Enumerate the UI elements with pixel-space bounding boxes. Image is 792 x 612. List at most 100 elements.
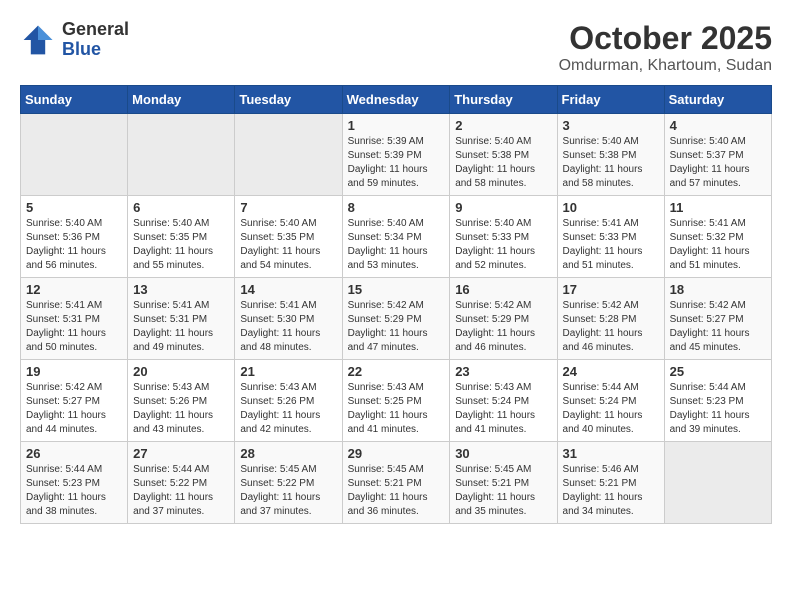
calendar-cell: 18 Sunrise: 5:42 AM Sunset: 5:27 PM Dayli… [664,278,771,360]
day-number: 23 [455,364,551,379]
day-number: 4 [670,118,766,133]
day-number: 26 [26,446,122,461]
calendar-cell: 20 Sunrise: 5:43 AM Sunset: 5:26 PM Dayli… [128,360,235,442]
calendar-cell: 13Sunrise: 5:41 AM Sunset: 5:31 PM Dayli… [128,278,235,360]
day-number: 18 [670,282,766,297]
calendar-cell [128,114,235,196]
day-number: 27 [133,446,229,461]
day-number: 30 [455,446,551,461]
day-number: 13 [133,282,229,297]
day-info: Sunrise: 5:42 AM Sunset: 5:27 PM Dayligh… [670,299,766,355]
day-number: 22 [348,364,445,379]
weekday-header: Thursday [450,86,557,114]
title-block: October 2025 Omdurman, Khartoum, Sudan [559,20,772,75]
day-info: Sunrise: 5:42 AM Sunset: 5:29 PM Dayligh… [348,299,445,355]
calendar-cell: 16Sunrise: 5:42 AM Sunset: 5:29 PM Dayli… [450,278,557,360]
logo-icon [20,22,56,58]
day-info: Sunrise: 5:43 AM Sunset: 5:24 PM Dayligh… [455,381,551,437]
logo: General Blue [20,20,129,60]
day-number: 19 [26,364,122,379]
weekday-header: Monday [128,86,235,114]
day-number: 11 [670,200,766,215]
day-number: 6 [133,200,229,215]
calendar-week-row: 19 Sunrise: 5:42 AM Sunset: 5:27 PM Dayli… [21,360,772,442]
calendar-cell: 28 Sunrise: 5:45 AM Sunset: 5:22 PM Dayli… [235,442,342,524]
day-number: 3 [563,118,659,133]
calendar-week-row: 12 Sunrise: 5:41 AM Sunset: 5:31 PM Dayli… [21,278,772,360]
weekday-header: Wednesday [342,86,450,114]
day-info: Sunrise: 5:44 AM Sunset: 5:23 PM Dayligh… [670,381,766,437]
day-info: Sunrise: 5:41 AM Sunset: 5:30 PM Dayligh… [240,299,336,355]
day-number: 16 [455,282,551,297]
calendar-cell: 22 Sunrise: 5:43 AM Sunset: 5:25 PM Dayli… [342,360,450,442]
day-info: Sunrise: 5:46 AM Sunset: 5:21 PM Dayligh… [563,463,659,519]
weekday-header-row: SundayMondayTuesdayWednesdayThursdayFrid… [21,86,772,114]
day-number: 2 [455,118,551,133]
calendar-week-row: 1Sunrise: 5:39 AM Sunset: 5:39 PM Daylig… [21,114,772,196]
day-info: Sunrise: 5:41 AM Sunset: 5:33 PM Dayligh… [563,217,659,273]
calendar-cell: 3 Sunrise: 5:40 AM Sunset: 5:38 PM Daylig… [557,114,664,196]
day-info: Sunrise: 5:41 AM Sunset: 5:31 PM Dayligh… [26,299,122,355]
calendar-cell: 25 Sunrise: 5:44 AM Sunset: 5:23 PM Dayli… [664,360,771,442]
calendar-table: SundayMondayTuesdayWednesdayThursdayFrid… [20,85,772,524]
calendar-cell: 9 Sunrise: 5:40 AM Sunset: 5:33 PM Daylig… [450,196,557,278]
day-info: Sunrise: 5:40 AM Sunset: 5:36 PM Dayligh… [26,217,122,273]
calendar-cell: 23 Sunrise: 5:43 AM Sunset: 5:24 PM Dayli… [450,360,557,442]
day-number: 15 [348,282,445,297]
calendar-cell [235,114,342,196]
calendar-cell: 7Sunrise: 5:40 AM Sunset: 5:35 PM Daylig… [235,196,342,278]
logo-text: General Blue [62,20,129,60]
day-info: Sunrise: 5:45 AM Sunset: 5:21 PM Dayligh… [348,463,445,519]
calendar-week-row: 26 Sunrise: 5:44 AM Sunset: 5:23 PM Dayli… [21,442,772,524]
day-number: 9 [455,200,551,215]
day-info: Sunrise: 5:40 AM Sunset: 5:33 PM Dayligh… [455,217,551,273]
day-info: Sunrise: 5:43 AM Sunset: 5:25 PM Dayligh… [348,381,445,437]
calendar-cell: 21 Sunrise: 5:43 AM Sunset: 5:26 PM Dayli… [235,360,342,442]
calendar-cell: 1Sunrise: 5:39 AM Sunset: 5:39 PM Daylig… [342,114,450,196]
calendar-cell: 6 Sunrise: 5:40 AM Sunset: 5:35 PM Daylig… [128,196,235,278]
day-number: 25 [670,364,766,379]
day-number: 8 [348,200,445,215]
month-title: October 2025 [559,20,772,57]
calendar-cell: 10 Sunrise: 5:41 AM Sunset: 5:33 PM Dayli… [557,196,664,278]
calendar-cell: 26 Sunrise: 5:44 AM Sunset: 5:23 PM Dayli… [21,442,128,524]
weekday-header: Friday [557,86,664,114]
day-info: Sunrise: 5:40 AM Sunset: 5:35 PM Dayligh… [133,217,229,273]
calendar-cell: 15 Sunrise: 5:42 AM Sunset: 5:29 PM Dayli… [342,278,450,360]
calendar-cell: 19 Sunrise: 5:42 AM Sunset: 5:27 PM Dayli… [21,360,128,442]
calendar-cell: 27 Sunrise: 5:44 AM Sunset: 5:22 PM Dayli… [128,442,235,524]
calendar-week-row: 5 Sunrise: 5:40 AM Sunset: 5:36 PM Daylig… [21,196,772,278]
calendar-cell: 12 Sunrise: 5:41 AM Sunset: 5:31 PM Dayli… [21,278,128,360]
day-number: 20 [133,364,229,379]
day-info: Sunrise: 5:45 AM Sunset: 5:22 PM Dayligh… [240,463,336,519]
calendar-cell [664,442,771,524]
day-number: 28 [240,446,336,461]
calendar-cell: 5 Sunrise: 5:40 AM Sunset: 5:36 PM Daylig… [21,196,128,278]
day-info: Sunrise: 5:43 AM Sunset: 5:26 PM Dayligh… [240,381,336,437]
location: Omdurman, Khartoum, Sudan [559,57,772,75]
day-number: 10 [563,200,659,215]
day-number: 21 [240,364,336,379]
day-info: Sunrise: 5:42 AM Sunset: 5:28 PM Dayligh… [563,299,659,355]
day-info: Sunrise: 5:40 AM Sunset: 5:38 PM Dayligh… [563,135,659,191]
day-number: 5 [26,200,122,215]
day-info: Sunrise: 5:43 AM Sunset: 5:26 PM Dayligh… [133,381,229,437]
calendar-cell: 2Sunrise: 5:40 AM Sunset: 5:38 PM Daylig… [450,114,557,196]
day-number: 7 [240,200,336,215]
weekday-header: Tuesday [235,86,342,114]
page-header: General Blue October 2025 Omdurman, Khar… [20,20,772,75]
calendar-cell: 31 Sunrise: 5:46 AM Sunset: 5:21 PM Dayli… [557,442,664,524]
day-info: Sunrise: 5:44 AM Sunset: 5:22 PM Dayligh… [133,463,229,519]
day-number: 31 [563,446,659,461]
calendar-cell: 30Sunrise: 5:45 AM Sunset: 5:21 PM Dayli… [450,442,557,524]
day-number: 24 [563,364,659,379]
day-info: Sunrise: 5:44 AM Sunset: 5:24 PM Dayligh… [563,381,659,437]
day-number: 12 [26,282,122,297]
calendar-cell: 11 Sunrise: 5:41 AM Sunset: 5:32 PM Dayli… [664,196,771,278]
calendar-cell [21,114,128,196]
day-number: 17 [563,282,659,297]
day-info: Sunrise: 5:44 AM Sunset: 5:23 PM Dayligh… [26,463,122,519]
day-info: Sunrise: 5:41 AM Sunset: 5:32 PM Dayligh… [670,217,766,273]
day-info: Sunrise: 5:42 AM Sunset: 5:27 PM Dayligh… [26,381,122,437]
day-number: 29 [348,446,445,461]
